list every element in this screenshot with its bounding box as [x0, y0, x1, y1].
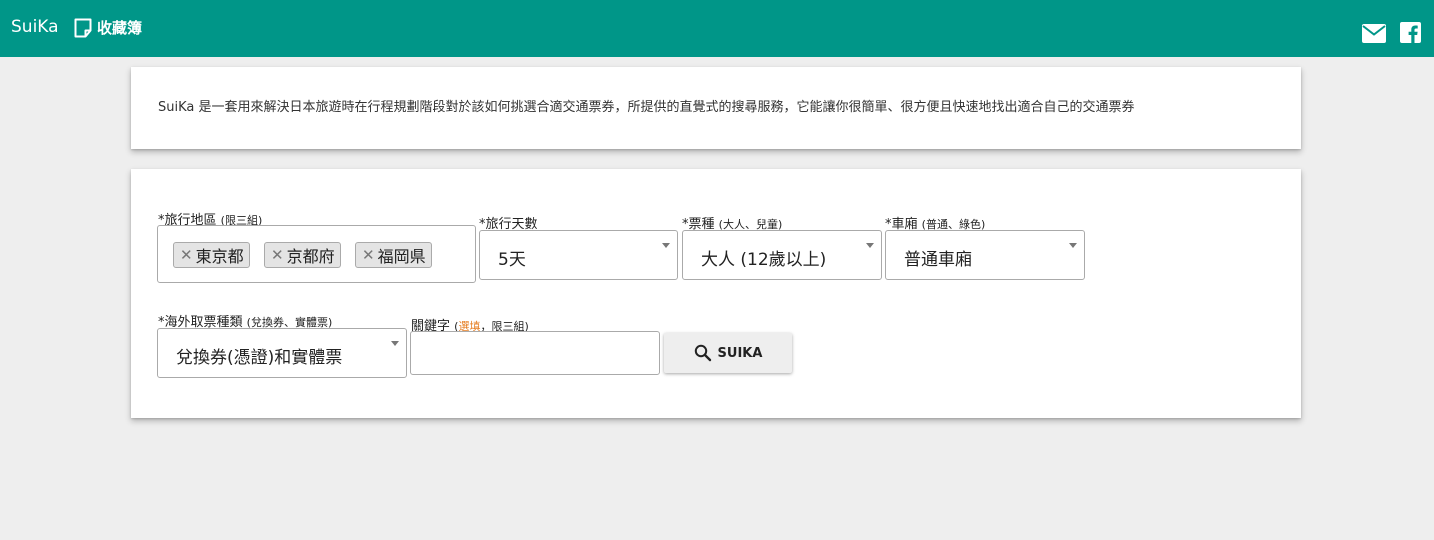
days-value: 5天 — [498, 250, 526, 270]
search-icon — [694, 344, 711, 362]
chevron-down-icon — [866, 243, 874, 248]
days-select[interactable]: 5天 — [479, 230, 678, 280]
chevron-down-icon — [391, 341, 399, 346]
bookmark-label: 收藏簿 — [97, 19, 143, 37]
keyword-input[interactable] — [410, 331, 660, 375]
remove-chip-icon[interactable]: ✕ — [271, 246, 284, 264]
top-navbar: SuiKa 收藏簿 — [0, 0, 1434, 57]
chevron-down-icon — [1069, 243, 1077, 248]
car-select[interactable]: 普通車廂 — [885, 230, 1085, 280]
search-button-label: SUIKA — [717, 345, 763, 361]
ticket-type-select[interactable]: 大人 (12歲以上) — [682, 230, 882, 280]
facebook-icon[interactable] — [1400, 22, 1421, 43]
ticket-type-value: 大人 (12歲以上) — [701, 250, 827, 270]
region-chip-kyoto: ✕ 京都府 — [264, 242, 341, 268]
remove-chip-icon[interactable]: ✕ — [180, 246, 193, 264]
search-form-card: *旅行地區 (限三組) ✕ 東京都 ✕ 京都府 ✕ 福岡県 *旅行天數 5天 *… — [131, 169, 1301, 418]
intro-card: SuiKa 是一套用來解決日本旅遊時在行程規劃階段對於該如何挑選合適交通票券，所… — [131, 67, 1301, 149]
car-value: 普通車廂 — [904, 250, 972, 270]
remove-chip-icon[interactable]: ✕ — [362, 246, 375, 264]
region-multiselect[interactable]: ✕ 東京都 ✕ 京都府 ✕ 福岡県 — [157, 225, 476, 283]
search-button[interactable]: SUIKA — [664, 333, 792, 373]
brand-logo[interactable]: SuiKa — [11, 17, 59, 37]
region-chip-tokyo: ✕ 東京都 — [173, 242, 250, 268]
region-chip-fukuoka: ✕ 福岡県 — [355, 242, 432, 268]
note-icon — [74, 18, 92, 37]
chevron-down-icon — [662, 243, 670, 248]
mail-icon[interactable] — [1362, 24, 1386, 43]
intro-text: SuiKa 是一套用來解決日本旅遊時在行程規劃階段對於該如何挑選合適交通票券，所… — [158, 100, 1135, 115]
bookmark-link[interactable]: 收藏簿 — [73, 17, 142, 38]
overseas-value: 兌換券(憑證)和實體票 — [176, 348, 343, 368]
overseas-ticket-select[interactable]: 兌換券(憑證)和實體票 — [157, 328, 407, 378]
